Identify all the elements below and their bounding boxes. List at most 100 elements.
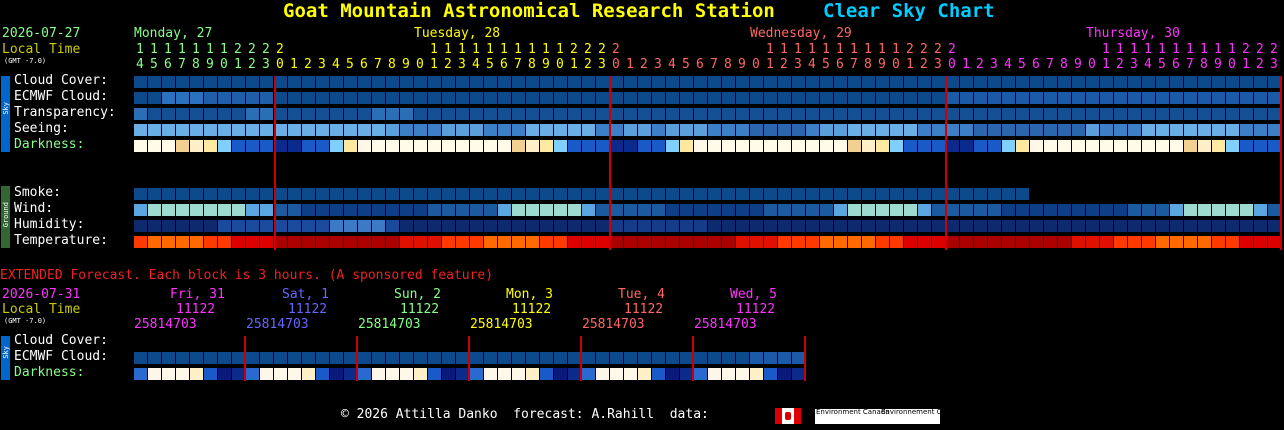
darkness-cell[interactable]: [512, 140, 525, 152]
temperature-cell[interactable]: [750, 236, 763, 248]
humidity-cell[interactable]: [1170, 220, 1183, 232]
transparency-cell[interactable]: [1072, 108, 1085, 120]
humidity-cell[interactable]: [190, 220, 203, 232]
ecmwf-cloud-cell[interactable]: [1170, 92, 1183, 104]
transparency-cell[interactable]: [1114, 108, 1127, 120]
transparency-cell[interactable]: [498, 108, 511, 120]
smoke-cell[interactable]: [988, 188, 1001, 200]
ecmwf-cloud-cell[interactable]: [736, 92, 749, 104]
row-label-seeing[interactable]: Seeing:: [14, 121, 69, 137]
ext-darkness-cell[interactable]: [190, 368, 203, 380]
temperature-cell[interactable]: [568, 236, 581, 248]
ecmwf-cloud-cell[interactable]: [1142, 92, 1155, 104]
smoke-cell[interactable]: [330, 188, 343, 200]
ext-ecmwf-cloud-cell[interactable]: [190, 352, 203, 364]
cloud-cover-cell[interactable]: [498, 76, 511, 88]
cloud-cover-cell[interactable]: [1072, 76, 1085, 88]
cloud-cover-cell[interactable]: [876, 76, 889, 88]
wind-cell[interactable]: [778, 204, 791, 216]
darkness-cell[interactable]: [1016, 140, 1029, 152]
humidity-cell[interactable]: [932, 220, 945, 232]
smoke-cell[interactable]: [176, 188, 189, 200]
ecmwf-cloud-cell[interactable]: [764, 92, 777, 104]
temperature-cell[interactable]: [512, 236, 525, 248]
humidity-cell[interactable]: [162, 220, 175, 232]
cloud-cover-cell[interactable]: [568, 76, 581, 88]
ecmwf-cloud-cell[interactable]: [1254, 92, 1267, 104]
wind-cell[interactable]: [162, 204, 175, 216]
darkness-cell[interactable]: [1240, 140, 1253, 152]
humidity-cell[interactable]: [610, 220, 623, 232]
cloud-cover-cell[interactable]: [890, 76, 903, 88]
seeing-cell[interactable]: [1156, 124, 1169, 136]
darkness-cell[interactable]: [1100, 140, 1113, 152]
ecmwf-cloud-cell[interactable]: [1016, 92, 1029, 104]
wind-cell[interactable]: [1086, 204, 1099, 216]
smoke-cell[interactable]: [148, 188, 161, 200]
transparency-cell[interactable]: [162, 108, 175, 120]
transparency-cell[interactable]: [820, 108, 833, 120]
transparency-cell[interactable]: [1002, 108, 1015, 120]
darkness-cell[interactable]: [932, 140, 945, 152]
smoke-cell[interactable]: [596, 188, 609, 200]
cloud-cover-cell[interactable]: [694, 76, 707, 88]
humidity-cell[interactable]: [176, 220, 189, 232]
seeing-cell[interactable]: [498, 124, 511, 136]
temperature-cell[interactable]: [1254, 236, 1267, 248]
transparency-cell[interactable]: [1198, 108, 1211, 120]
transparency-cell[interactable]: [1044, 108, 1057, 120]
temperature-cell[interactable]: [778, 236, 791, 248]
seeing-cell[interactable]: [792, 124, 805, 136]
temperature-cell[interactable]: [344, 236, 357, 248]
row-label-transparency[interactable]: Transparency:: [14, 105, 116, 121]
temperature-cell[interactable]: [1016, 236, 1029, 248]
ecmwf-cloud-cell[interactable]: [428, 92, 441, 104]
ecmwf-cloud-cell[interactable]: [1114, 92, 1127, 104]
transparency-cell[interactable]: [176, 108, 189, 120]
cloud-cover-cell[interactable]: [862, 76, 875, 88]
ecmwf-cloud-cell[interactable]: [484, 92, 497, 104]
smoke-cell[interactable]: [974, 188, 987, 200]
ecmwf-cloud-cell[interactable]: [820, 92, 833, 104]
seeing-cell[interactable]: [610, 124, 623, 136]
temperature-cell[interactable]: [666, 236, 679, 248]
smoke-cell[interactable]: [820, 188, 833, 200]
ext-ecmwf-cloud-cell[interactable]: [708, 352, 721, 364]
temperature-cell[interactable]: [1212, 236, 1225, 248]
wind-cell[interactable]: [1058, 204, 1071, 216]
humidity-cell[interactable]: [232, 220, 245, 232]
seeing-cell[interactable]: [1086, 124, 1099, 136]
seeing-cell[interactable]: [260, 124, 273, 136]
ext-row-label-ecmwf-cloud[interactable]: ECMWF Cloud:: [14, 349, 108, 365]
darkness-cell[interactable]: [470, 140, 483, 152]
ext-darkness-cell[interactable]: [134, 368, 147, 380]
darkness-cell[interactable]: [176, 140, 189, 152]
seeing-cell[interactable]: [848, 124, 861, 136]
cloud-cover-cell[interactable]: [428, 76, 441, 88]
ecmwf-cloud-cell[interactable]: [330, 92, 343, 104]
temperature-cell[interactable]: [610, 236, 623, 248]
transparency-cell[interactable]: [302, 108, 315, 120]
ecmwf-cloud-cell[interactable]: [1156, 92, 1169, 104]
humidity-cell[interactable]: [806, 220, 819, 232]
wind-cell[interactable]: [1212, 204, 1225, 216]
wind-cell[interactable]: [148, 204, 161, 216]
humidity-cell[interactable]: [554, 220, 567, 232]
ecmwf-cloud-cell[interactable]: [134, 92, 147, 104]
seeing-cell[interactable]: [330, 124, 343, 136]
transparency-cell[interactable]: [750, 108, 763, 120]
darkness-cell[interactable]: [302, 140, 315, 152]
darkness-cell[interactable]: [918, 140, 931, 152]
wind-cell[interactable]: [260, 204, 273, 216]
darkness-cell[interactable]: [148, 140, 161, 152]
wind-cell[interactable]: [1044, 204, 1057, 216]
ext-darkness-cell[interactable]: [736, 368, 749, 380]
ecmwf-cloud-cell[interactable]: [1002, 92, 1015, 104]
wind-cell[interactable]: [1254, 204, 1267, 216]
row-label-wind[interactable]: Wind:: [14, 201, 53, 217]
cloud-cover-cell[interactable]: [232, 76, 245, 88]
humidity-cell[interactable]: [596, 220, 609, 232]
temperature-cell[interactable]: [218, 236, 231, 248]
seeing-cell[interactable]: [1114, 124, 1127, 136]
temperature-cell[interactable]: [386, 236, 399, 248]
